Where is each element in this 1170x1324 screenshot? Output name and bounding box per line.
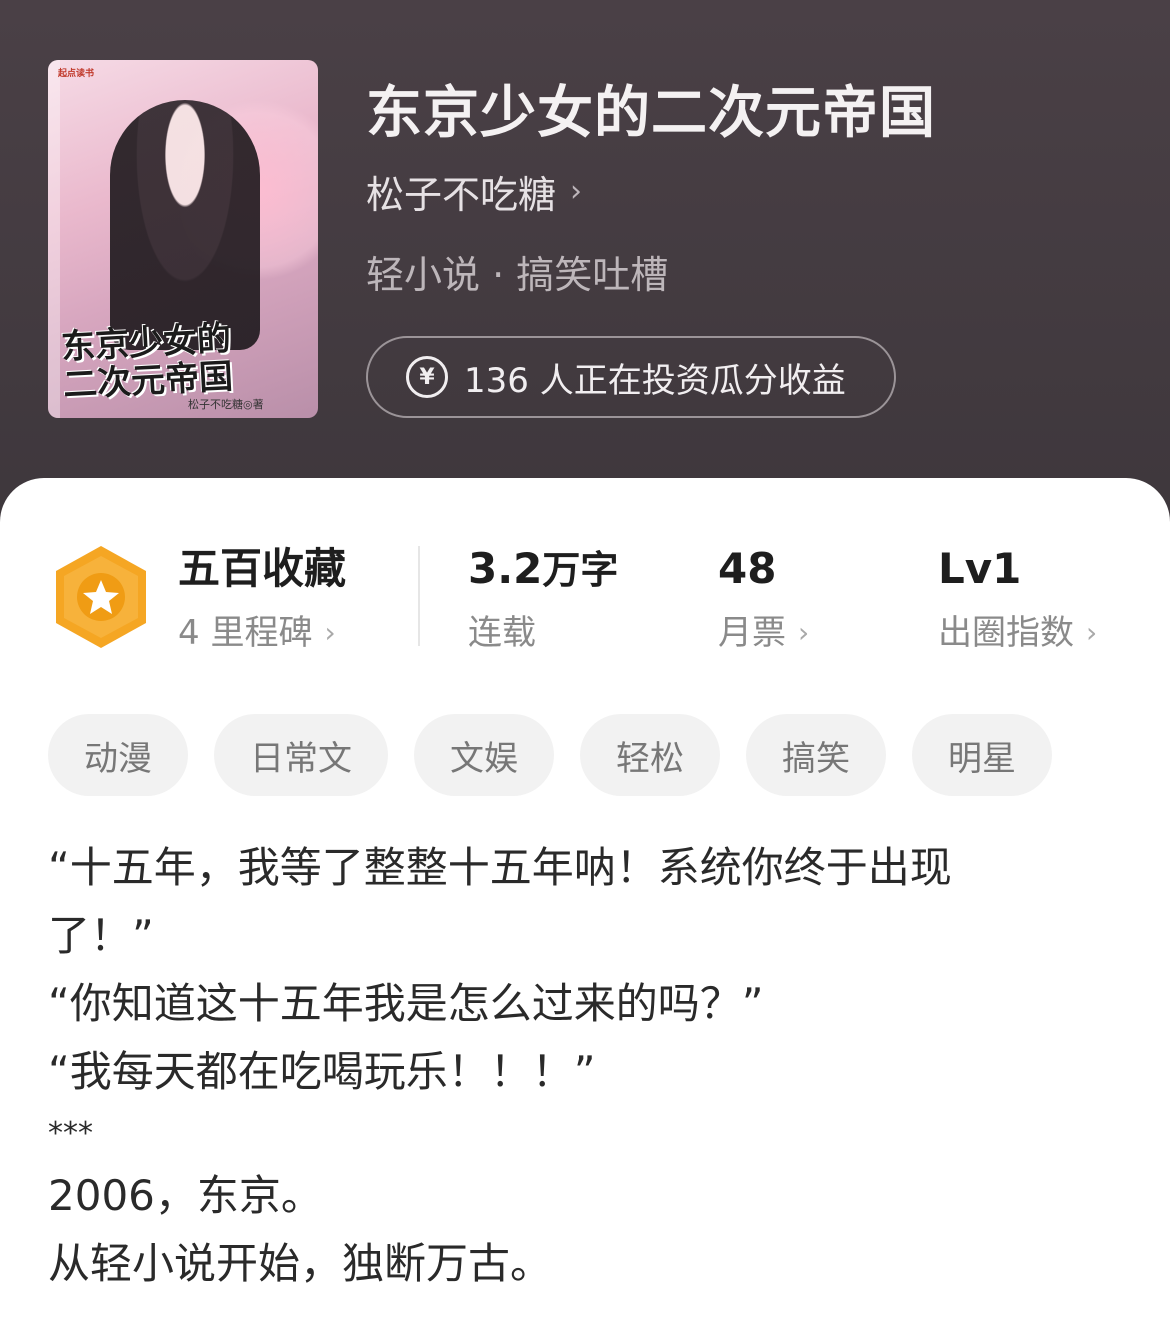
chevron-right-icon: › (798, 616, 810, 649)
synopsis-line: 从轻小说开始，独断万古。 (48, 1239, 553, 1288)
star-badge-icon (56, 546, 146, 648)
tag-chip[interactable]: 明星 (912, 714, 1052, 796)
cover-author-signature: 松子不吃糖◎著 (188, 398, 264, 411)
author-link[interactable]: 松子不吃糖 › (366, 164, 582, 219)
book-info-card: 五百收藏 4 里程碑 › 3.2万字 连载 48 月票 › Lv1 出圈指数 ›… (0, 478, 1170, 1324)
cover-spine (48, 60, 60, 418)
monthly-ticket-value: 48 (718, 544, 777, 593)
chevron-right-icon: › (1086, 616, 1098, 649)
invest-button[interactable]: ¥ 136 人正在投资瓜分收益 (366, 336, 896, 418)
tag-list: 动漫 日常文 文娱 轻松 搞笑 明星 (48, 714, 1052, 796)
yen-icon: ¥ (406, 356, 448, 398)
stat-collection[interactable]: 五百收藏 4 里程碑 › (178, 544, 347, 653)
milestone-label: 4 里程碑 (178, 613, 313, 653)
book-title: 东京少女的二次元帝国 (366, 81, 936, 146)
synopsis-line: “十五年，我等了整整十五年呐！系统你终于出现 (48, 843, 952, 892)
invest-label: 136 人正在投资瓜分收益 (464, 360, 846, 401)
chevron-right-icon: › (324, 616, 336, 649)
tag-chip[interactable]: 搞笑 (746, 714, 886, 796)
tag-chip[interactable]: 日常文 (214, 714, 388, 796)
word-count-unit: 万字 (542, 548, 619, 592)
synopsis[interactable]: “十五年，我等了整整十五年呐！系统你终于出现 了！” “你知道这十五年我是怎么过… (48, 834, 1108, 1298)
tag-chip[interactable]: 轻松 (580, 714, 720, 796)
popularity-label: 出圈指数 (938, 613, 1074, 653)
monthly-ticket-label: 月票 (718, 613, 786, 653)
chevron-right-icon: › (570, 174, 583, 209)
word-count-value: 3.2 (468, 544, 543, 593)
synopsis-line: 2006，东京。 (48, 1171, 323, 1220)
synopsis-line: “你知道这十五年我是怎么过来的吗？” (48, 979, 764, 1028)
synopsis-line: “我每天都在吃喝玩乐！！！” (48, 1047, 596, 1096)
author-name: 松子不吃糖 (366, 173, 557, 217)
stat-word-count: 3.2万字 连载 (468, 548, 619, 653)
genre-label: 轻小说 · 搞笑吐槽 (366, 253, 669, 297)
stat-popularity-index[interactable]: Lv1 出圈指数 › (938, 544, 1098, 653)
collection-value: 五百收藏 (178, 544, 347, 593)
synopsis-line: 了！” (48, 911, 154, 960)
stat-divider (418, 546, 420, 646)
tag-chip[interactable]: 动漫 (48, 714, 188, 796)
stat-monthly-tickets[interactable]: 48 月票 › (718, 544, 810, 653)
cover-character (110, 100, 260, 350)
cover-title: 东京少女的 二次元帝国 (60, 316, 314, 406)
serial-status: 连载 (468, 613, 536, 653)
popularity-level: Lv1 (938, 544, 1022, 593)
book-cover[interactable]: 起点读书 东京少女的 二次元帝国 松子不吃糖◎著 (48, 60, 318, 418)
synopsis-line: *** (48, 1116, 93, 1151)
cover-publisher-logo: 起点读书 (58, 69, 95, 79)
tag-chip[interactable]: 文娱 (414, 714, 554, 796)
